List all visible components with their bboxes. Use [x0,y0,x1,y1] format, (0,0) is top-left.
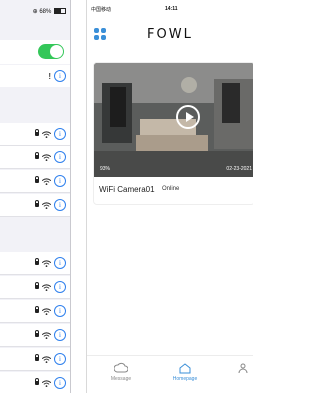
nav-message[interactable]: Message [101,362,141,382]
network-row[interactable]: i [0,348,70,371]
network-row[interactable]: i [0,372,70,393]
bottom-navigation: Message Homepage [87,355,253,393]
lock-icon [35,282,39,289]
network-row[interactable]: i [0,170,70,193]
lock-icon [35,330,39,337]
network-row[interactable]: i [0,194,70,217]
info-icon[interactable]: i [54,151,66,163]
wifi-icon [42,379,51,387]
wifi-icon [42,201,51,209]
lock-icon [35,306,39,313]
info-icon[interactable]: i [54,377,66,389]
info-icon[interactable]: i [54,128,66,140]
nav-profile[interactable] [223,362,253,376]
fowl-app-screen: 中国移动 14:11 FOWL 93% 02-23-2021 WiFi Came… [86,0,253,393]
wifi-settings-screen: ⊕ 68% ! i i i i i i i i i i i [0,0,71,393]
wifi-icon [42,259,51,267]
network-row[interactable]: i [0,300,70,323]
lock-icon [35,129,39,136]
lock-icon [35,200,39,207]
nav-message-label: Message [110,376,132,382]
wifi-toggle[interactable] [38,44,64,59]
wifi-icon [42,355,51,363]
network-row[interactable]: i [0,324,70,347]
grid-menu-icon[interactable] [94,28,106,40]
info-icon[interactable]: i [54,281,66,293]
network-row[interactable]: i [0,276,70,299]
carrier-label: 中国移动 [91,7,112,13]
alert-icon: ! [48,71,51,81]
wifi-icon [42,153,51,161]
info-icon[interactable]: i [54,175,66,187]
network-row[interactable]: i [0,123,70,146]
info-icon[interactable]: i [54,305,66,317]
lock-icon [35,258,39,265]
cloud-icon [114,362,128,373]
camera-card[interactable]: 93% 02-23-2021 WiFi Camera01 Online [93,62,253,205]
camera-battery: 93% [100,166,111,172]
camera-name: WiFi Camera01 [99,185,155,194]
wifi-icon [42,307,51,315]
nav-homepage[interactable]: Homepage [165,362,205,382]
battery-icon [54,8,66,15]
wifi-icon [42,283,51,291]
camera-status: Online [162,186,180,192]
wifi-toggle-row [0,40,70,64]
brand-logo: FOWL [147,27,193,42]
lock-icon [35,152,39,159]
lock-icon [35,378,39,385]
status-bar: ⊕ 68% [33,8,66,15]
wifi-icon [42,130,51,138]
home-icon [179,363,191,374]
wifi-icon [42,177,51,185]
info-icon[interactable]: i [54,257,66,269]
connected-network-row[interactable]: ! i [0,65,70,87]
info-icon[interactable]: i [54,70,66,82]
info-icon[interactable]: i [54,199,66,211]
camera-timestamp: 02-23-2021 [226,166,252,172]
status-icon: ⊕ [32,9,38,15]
network-row[interactable]: i [0,146,70,169]
person-icon [238,363,248,374]
info-icon[interactable]: i [54,329,66,341]
battery-percent: 68% [39,9,52,15]
status-bar: 中国移动 14:11 [91,6,253,14]
play-button[interactable] [176,105,200,129]
status-time: 14:11 [165,6,178,12]
camera-preview [94,63,253,177]
lock-icon [35,176,39,183]
nav-homepage-label: Homepage [172,376,198,382]
network-row[interactable]: i [0,252,70,275]
info-icon[interactable]: i [54,353,66,365]
wifi-icon [42,331,51,339]
lock-icon [35,354,39,361]
